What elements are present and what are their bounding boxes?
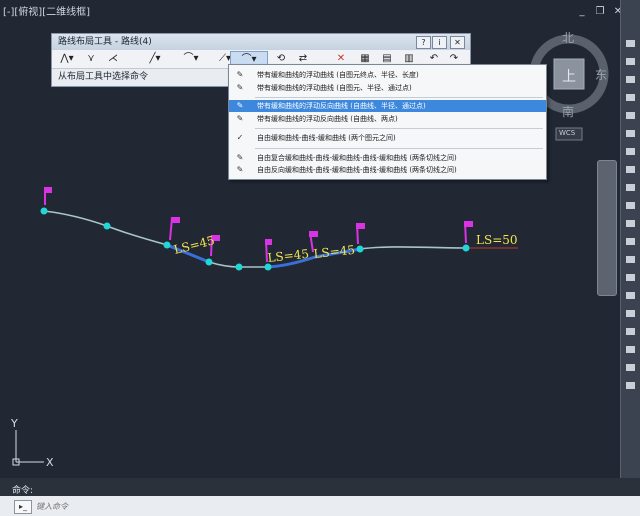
wcs-button[interactable]: WCS (559, 129, 575, 137)
menu-item-floating-curve-end-radius-length[interactable]: ✎ 带有缓和曲线的浮动曲线 (自图元终点、半径、长度) (229, 69, 546, 81)
menu-separator (255, 128, 543, 129)
menu-item-floating-reverse-curve-two-points[interactable]: ✎ 带有缓和曲线的浮动反向曲线 (自曲线、两点) (229, 113, 546, 125)
menu-separator (255, 97, 543, 98)
palette-close-button[interactable]: ✕ (450, 36, 465, 49)
ucs-y-label: Y (10, 417, 18, 430)
grip-point[interactable] (356, 245, 364, 253)
curve-spiral-dropdown-menu[interactable]: ✎ 带有缓和曲线的浮动曲线 (自图元终点、半径、长度) ✎ 带有缓和曲线的浮动曲… (228, 64, 547, 180)
help-button[interactable]: ? (416, 36, 431, 49)
curve-tool-button[interactable]: ⌒▾ (176, 51, 206, 66)
station-marker (169, 217, 180, 241)
reverse-curve-icon: ✎ (236, 114, 244, 123)
grip-point[interactable] (235, 263, 243, 271)
station-marker (356, 223, 365, 245)
ucs-icon (12, 430, 44, 466)
viewcube-top-face[interactable]: 上 (562, 66, 576, 86)
menu-item-free-compound-spiral[interactable]: ✎ 自由复合缓和曲线-曲线-缓和曲线-曲线-缓和曲线 (两条切线之间) (229, 152, 546, 164)
menu-item-free-spiral-curve-spiral[interactable]: ✓ 自由缓和曲线-曲线-缓和曲线 (两个图元之间) (229, 132, 546, 144)
spiral-length-label: LS=45 (267, 247, 310, 265)
menu-item-floating-curve-radius-through[interactable]: ✎ 带有缓和曲线的浮动曲线 (自图元、半径、通过点) (229, 82, 546, 94)
viewport-window-controls: _ ❐ ✕ (576, 6, 624, 18)
spiral-length-label: LS=45 (313, 243, 356, 261)
grip-point[interactable] (40, 207, 48, 215)
navigation-bar[interactable] (597, 160, 617, 296)
insert-pi-button[interactable]: ⋌ (104, 51, 122, 66)
menu-item-free-reverse-spiral[interactable]: ✎ 自由反向缓和曲线-曲线-缓和曲线-曲线-缓和曲线 (两条切线之间) (229, 164, 546, 176)
palette-title: 路线布局工具 - 路线(4) (58, 37, 152, 47)
spiral-length-label: LS=50 (476, 233, 518, 247)
menu-item-floating-reverse-curve-radius-through[interactable]: ✎ 带有缓和曲线的浮动反向曲线 (自曲线、半径、通过点) (229, 100, 546, 112)
grip-point[interactable] (205, 258, 213, 266)
viewcube-south[interactable]: 南 (562, 103, 574, 120)
station-marker (464, 221, 473, 244)
cad-application: LS=45 LS=45 LS=45 LS=50 Y X [-][俯视][二维线框… (0, 0, 640, 516)
curve-icon: ✎ (236, 83, 244, 92)
command-input[interactable] (36, 500, 596, 513)
reverse-curve-icon: ✎ (236, 101, 244, 110)
restore-icon[interactable]: ❐ (594, 6, 606, 18)
menu-separator (255, 148, 543, 149)
info-button[interactable]: i (432, 36, 447, 49)
curve-icon: ✎ (236, 70, 244, 79)
checkmark-icon: ✓ (236, 133, 244, 142)
command-line-icon[interactable]: ▸_ (14, 500, 32, 514)
compound-curve-icon: ✎ (236, 153, 244, 162)
tangent-tool-button[interactable]: ⋀▾ (56, 51, 78, 66)
reverse-compound-curve-icon: ✎ (236, 165, 244, 174)
tool-palette-strip[interactable] (620, 0, 640, 478)
minimize-icon[interactable]: _ (576, 6, 588, 18)
command-history (0, 478, 640, 496)
grip-point[interactable] (163, 241, 171, 249)
pi-tool-button[interactable]: ⋎ (82, 51, 100, 66)
command-history-label: 命令: (12, 486, 34, 496)
grip-point[interactable] (462, 244, 470, 252)
spiral-length-label: LS=45 (172, 233, 216, 257)
viewcube-north[interactable]: 北 (562, 29, 574, 46)
alignment-line[interactable] (43, 210, 467, 268)
fixed-line-tool-button[interactable]: ╱▾ (140, 51, 170, 66)
viewport-label[interactable]: [-][俯视][二维线框] (3, 3, 90, 18)
viewcube-east[interactable]: 东 (595, 66, 607, 83)
ucs-x-label: X (46, 456, 54, 469)
station-marker (44, 187, 52, 205)
grip-point[interactable] (103, 222, 111, 230)
palette-title-bar[interactable]: 路线布局工具 - 路线(4) ? i ✕ (52, 34, 470, 50)
grip-points[interactable] (40, 207, 470, 271)
